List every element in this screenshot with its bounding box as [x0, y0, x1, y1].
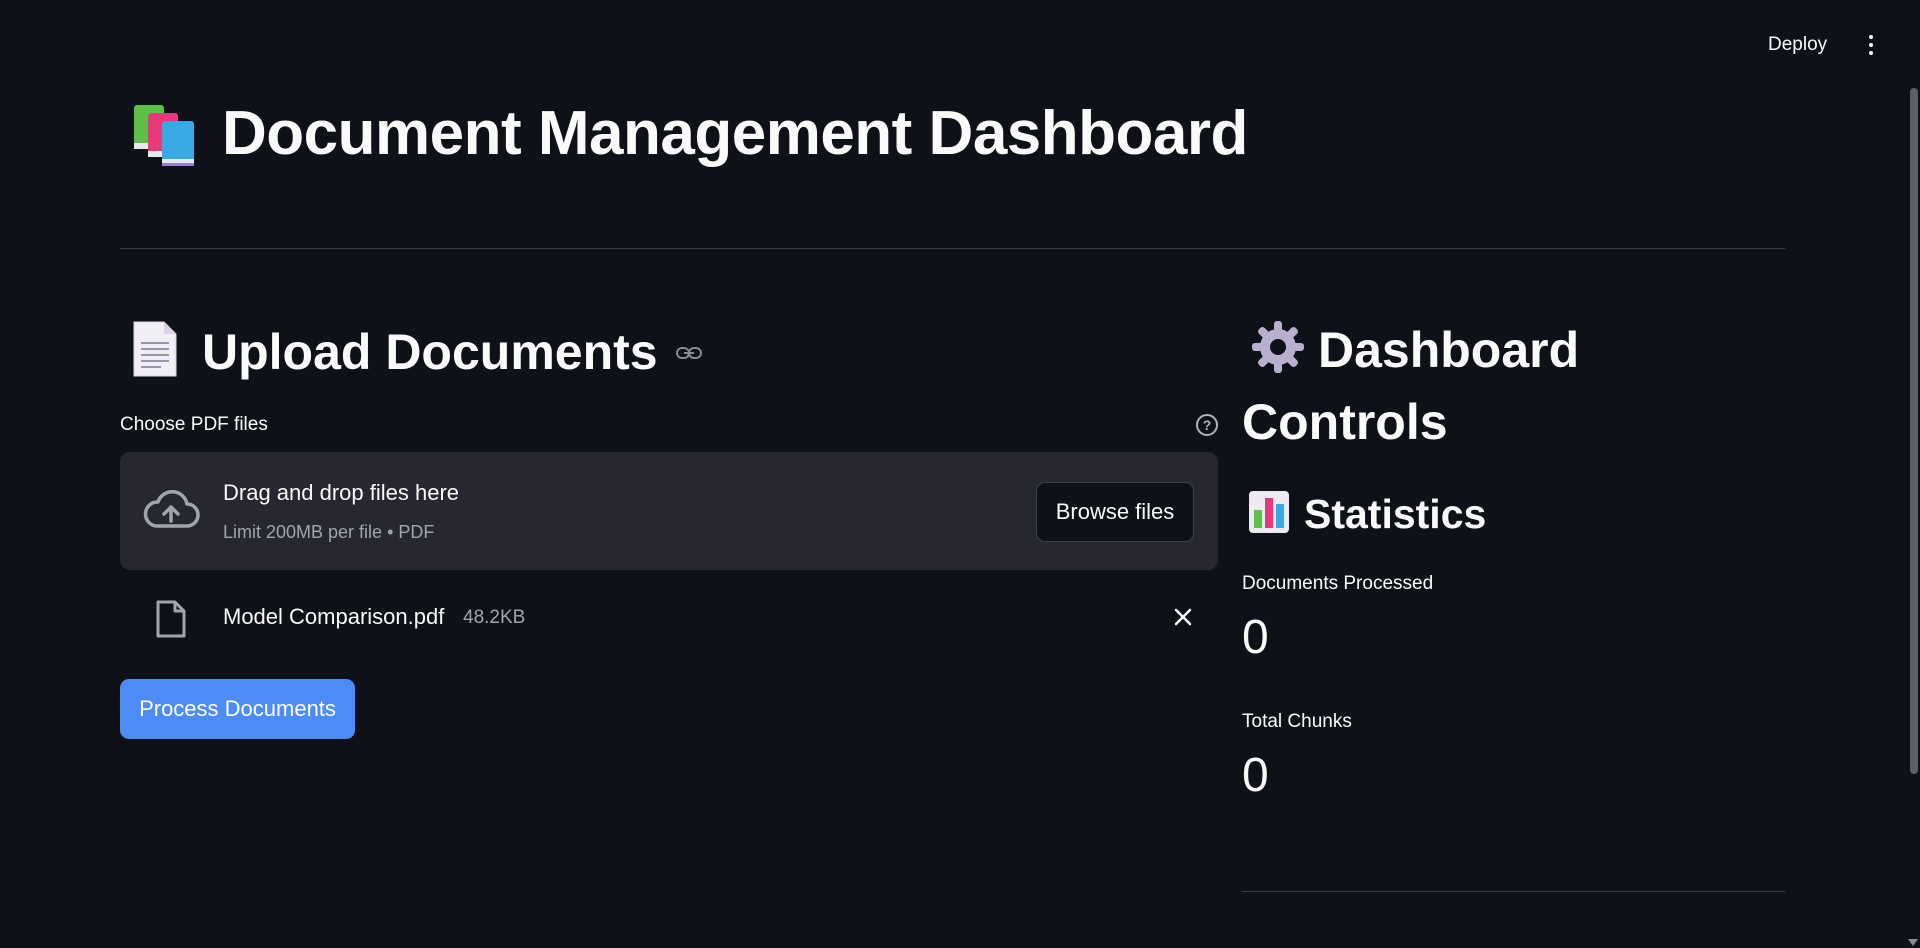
- file-icon: [155, 600, 187, 643]
- page-title: Document Management Dashboard: [222, 99, 1248, 168]
- browse-files-button[interactable]: Browse files: [1036, 482, 1194, 542]
- uploader-label: Choose PDF files: [120, 414, 268, 435]
- cloud-upload-icon: [142, 489, 200, 535]
- close-icon[interactable]: [1174, 608, 1192, 631]
- file-name: Model Comparison.pdf: [223, 604, 445, 629]
- upload-section-header: Upload Documents: [130, 320, 702, 383]
- page-icon: [130, 320, 180, 383]
- statistics-header: Statistics: [1248, 490, 1486, 539]
- dropzone-limit: Limit 200MB per file • PDF: [223, 522, 435, 542]
- deploy-button[interactable]: Deploy: [1760, 30, 1835, 60]
- file-size: 48.2KB: [463, 607, 526, 628]
- link-icon[interactable]: [675, 346, 702, 365]
- controls-section-title: Dashboard Controls: [1242, 318, 1642, 454]
- uploaded-file-row: Model Comparison.pdf 48.2KB: [120, 596, 1218, 640]
- scrollbar-thumb[interactable]: [1910, 88, 1918, 774]
- scroll-down-arrow-icon[interactable]: [1908, 939, 1918, 946]
- file-dropzone[interactable]: Drag and drop files here Limit 200MB per…: [120, 452, 1218, 570]
- page-title-row: Document Management Dashboard: [130, 98, 1248, 169]
- metric-label-chunks: Total Chunks: [1242, 711, 1352, 732]
- dropzone-instructions: Drag and drop files here: [223, 480, 460, 505]
- help-icon[interactable]: ?: [1196, 414, 1218, 436]
- gear-icon: [1250, 319, 1306, 390]
- divider: [120, 248, 1785, 249]
- metric-value-documents: 0: [1242, 611, 1269, 664]
- process-documents-button[interactable]: Process Documents: [120, 679, 355, 739]
- metric-label-documents: Documents Processed: [1242, 573, 1434, 594]
- statistics-title: Statistics: [1304, 491, 1487, 537]
- app-toolbar: Deploy: [0, 0, 1920, 90]
- bar-chart-icon: [1248, 490, 1290, 539]
- more-vertical-icon[interactable]: [1860, 30, 1882, 60]
- upload-section-title: Upload Documents: [202, 323, 658, 380]
- metric-value-chunks: 0: [1242, 749, 1269, 802]
- controls-section-header: Dashboard Controls: [1242, 318, 1642, 454]
- divider: [1242, 891, 1785, 892]
- uploader-label-row: Choose PDF files ?: [120, 414, 1218, 436]
- books-icon: [130, 99, 200, 169]
